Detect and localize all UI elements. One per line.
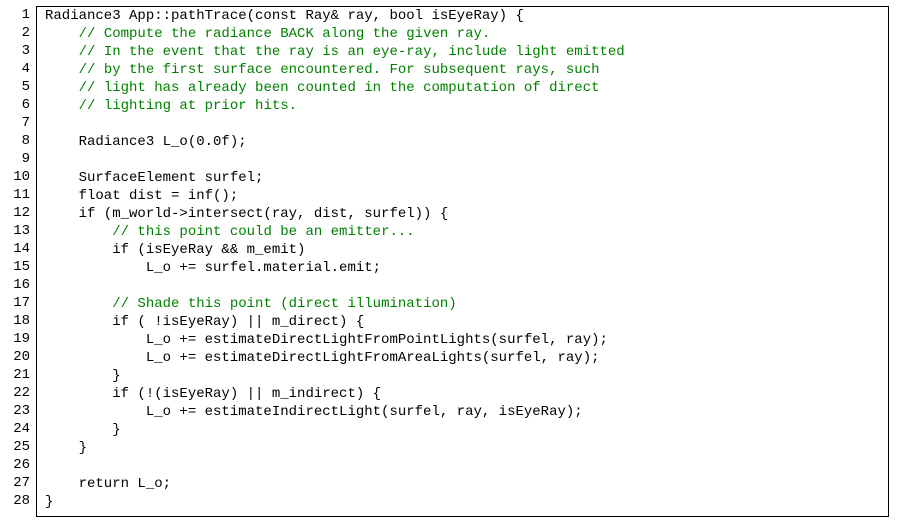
line-number: 6	[6, 96, 30, 114]
code-line: // lighting at prior hits.	[45, 97, 880, 115]
code-text: L_o += estimateIndirectLight(surfel, ray…	[45, 404, 583, 420]
code-text	[45, 98, 79, 114]
code-text: Radiance3 App::pathTrace(const Ray& ray,…	[45, 8, 524, 24]
code-line: SurfaceElement surfel;	[45, 169, 880, 187]
code-line: L_o += estimateIndirectLight(surfel, ray…	[45, 403, 880, 421]
code-line: // by the first surface encountered. For…	[45, 61, 880, 79]
line-number: 20	[6, 348, 30, 366]
code-text	[45, 296, 112, 312]
code-text	[45, 224, 112, 240]
line-number: 23	[6, 402, 30, 420]
code-text: return L_o;	[45, 476, 171, 492]
line-number: 15	[6, 258, 30, 276]
line-number: 4	[6, 60, 30, 78]
line-number: 5	[6, 78, 30, 96]
code-text: float dist = inf();	[45, 188, 238, 204]
code-comment: // this point could be an emitter...	[112, 224, 414, 240]
code-comment: // by the first surface encountered. For…	[79, 62, 600, 78]
line-number: 18	[6, 312, 30, 330]
code-line: }	[45, 367, 880, 385]
line-number: 8	[6, 132, 30, 150]
line-number: 27	[6, 474, 30, 492]
code-text	[45, 80, 79, 96]
code-text: L_o += estimateDirectLightFromAreaLights…	[45, 350, 600, 366]
line-number: 10	[6, 168, 30, 186]
code-text: if (m_world->intersect(ray, dist, surfel…	[45, 206, 448, 222]
code-listing: 1234567891011121314151617181920212223242…	[6, 6, 889, 517]
code-line	[45, 151, 880, 169]
code-line: if (isEyeRay && m_emit)	[45, 241, 880, 259]
page-wrap: 1234567891011121314151617181920212223242…	[0, 0, 897, 523]
code-text: if ( !isEyeRay) || m_direct) {	[45, 314, 364, 330]
code-line: // light has already been counted in the…	[45, 79, 880, 97]
line-number: 17	[6, 294, 30, 312]
code-line: // Compute the radiance BACK along the g…	[45, 25, 880, 43]
code-line	[45, 457, 880, 475]
code-comment: // light has already been counted in the…	[79, 80, 600, 96]
code-text: }	[45, 494, 53, 510]
code-text	[45, 44, 79, 60]
code-comment: // Compute the radiance BACK along the g…	[79, 26, 491, 42]
line-number: 26	[6, 456, 30, 474]
code-line: L_o += surfel.material.emit;	[45, 259, 880, 277]
line-number: 24	[6, 420, 30, 438]
code-line: if ( !isEyeRay) || m_direct) {	[45, 313, 880, 331]
code-line: }	[45, 493, 880, 511]
line-number: 22	[6, 384, 30, 402]
code-line: }	[45, 421, 880, 439]
line-number: 12	[6, 204, 30, 222]
code-text	[45, 62, 79, 78]
code-line: L_o += estimateDirectLightFromAreaLights…	[45, 349, 880, 367]
code-line: // this point could be an emitter...	[45, 223, 880, 241]
code-comment: // Shade this point (direct illumination…	[112, 296, 456, 312]
code-line: Radiance3 L_o(0.0f);	[45, 133, 880, 151]
code-text: }	[45, 368, 121, 384]
code-line: return L_o;	[45, 475, 880, 493]
line-number: 11	[6, 186, 30, 204]
code-text: SurfaceElement surfel;	[45, 170, 263, 186]
line-number: 25	[6, 438, 30, 456]
code-line: }	[45, 439, 880, 457]
line-number: 14	[6, 240, 30, 258]
code-frame: Radiance3 App::pathTrace(const Ray& ray,…	[36, 6, 889, 517]
code-text	[45, 26, 79, 42]
code-comment: // In the event that the ray is an eye-r…	[79, 44, 625, 60]
code-line	[45, 277, 880, 295]
code-line	[45, 115, 880, 133]
code-line: // In the event that the ray is an eye-r…	[45, 43, 880, 61]
code-text: L_o += surfel.material.emit;	[45, 260, 381, 276]
line-number: 1	[6, 6, 30, 24]
line-number: 7	[6, 114, 30, 132]
line-number: 3	[6, 42, 30, 60]
line-number: 2	[6, 24, 30, 42]
code-text: if (!(isEyeRay) || m_indirect) {	[45, 386, 381, 402]
code-line: L_o += estimateDirectLightFromPointLight…	[45, 331, 880, 349]
line-number: 19	[6, 330, 30, 348]
code-line: if (m_world->intersect(ray, dist, surfel…	[45, 205, 880, 223]
code-text: L_o += estimateDirectLightFromPointLight…	[45, 332, 608, 348]
code-comment: // lighting at prior hits.	[79, 98, 297, 114]
code-line: // Shade this point (direct illumination…	[45, 295, 880, 313]
line-number: 16	[6, 276, 30, 294]
code-line: if (!(isEyeRay) || m_indirect) {	[45, 385, 880, 403]
line-number-gutter: 1234567891011121314151617181920212223242…	[6, 6, 36, 517]
line-number: 21	[6, 366, 30, 384]
line-number: 28	[6, 492, 30, 510]
line-number: 13	[6, 222, 30, 240]
code-line: float dist = inf();	[45, 187, 880, 205]
code-line: Radiance3 App::pathTrace(const Ray& ray,…	[45, 7, 880, 25]
code-text: }	[45, 440, 87, 456]
code-text: }	[45, 422, 121, 438]
code-text: if (isEyeRay && m_emit)	[45, 242, 305, 258]
line-number: 9	[6, 150, 30, 168]
code-text: Radiance3 L_o(0.0f);	[45, 134, 247, 150]
